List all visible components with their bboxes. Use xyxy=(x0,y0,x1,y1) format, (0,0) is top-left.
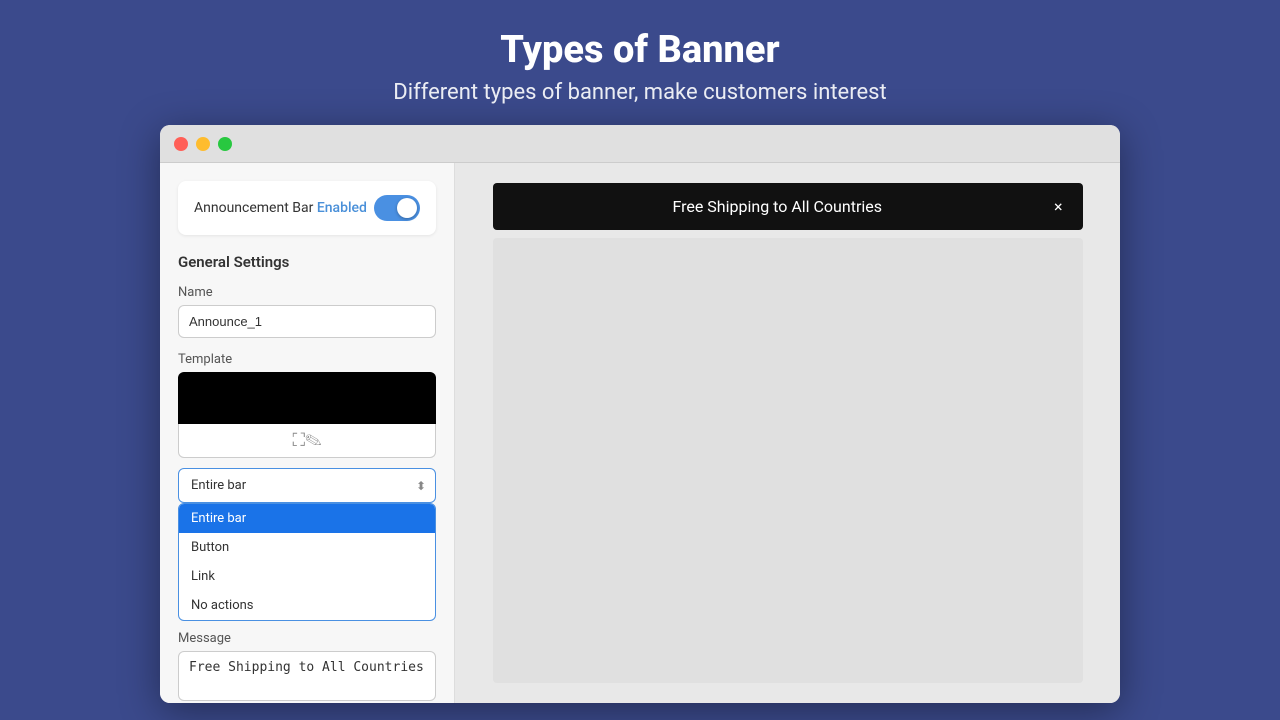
window-content: Announcement Bar Enabled General Setting… xyxy=(160,163,1120,703)
announcement-bar-row: Announcement Bar Enabled xyxy=(178,181,436,235)
page-subtitle: Different types of banner, make customer… xyxy=(393,80,886,105)
preview-banner-close-button[interactable]: × xyxy=(1054,197,1063,216)
dropdown-item-button[interactable]: Button xyxy=(179,533,435,562)
page-title: Types of Banner xyxy=(393,28,886,72)
name-input[interactable] xyxy=(178,305,436,338)
general-settings-title: General Settings xyxy=(178,253,436,271)
mac-close-button[interactable] xyxy=(174,137,188,151)
message-textarea[interactable]: Free Shipping to All Countries xyxy=(178,651,436,701)
dropdown-item-link[interactable]: Link xyxy=(179,562,435,591)
template-label: Template xyxy=(178,352,436,367)
template-select[interactable]: Entire bar xyxy=(178,468,436,503)
mac-window: Announcement Bar Enabled General Setting… xyxy=(160,125,1120,703)
template-select-wrapper: Entire bar ⬍ xyxy=(178,468,436,503)
template-preview xyxy=(178,372,436,424)
dropdown-item-no-actions[interactable]: No actions xyxy=(179,591,435,620)
page-header: Types of Banner Different types of banne… xyxy=(393,0,886,125)
mac-titlebar xyxy=(160,125,1120,163)
left-panel: Announcement Bar Enabled General Setting… xyxy=(160,163,455,703)
announcement-bar-status: Enabled xyxy=(317,200,367,216)
name-label: Name xyxy=(178,285,436,300)
template-dropdown: Entire bar Button Link No actions xyxy=(178,503,436,621)
announcement-bar-toggle[interactable] xyxy=(374,195,420,221)
preview-content-area xyxy=(493,238,1083,683)
right-panel: Free Shipping to All Countries × xyxy=(455,163,1120,703)
mac-minimize-button[interactable] xyxy=(196,137,210,151)
announcement-bar-label: Announcement Bar Enabled xyxy=(194,200,367,216)
preview-banner: Free Shipping to All Countries × xyxy=(493,183,1083,230)
dropdown-item-entire-bar[interactable]: Entire bar xyxy=(179,504,435,533)
toggle-thumb xyxy=(397,198,417,218)
template-icon-row: ⛶✎ xyxy=(178,424,436,458)
mac-maximize-button[interactable] xyxy=(218,137,232,151)
message-label: Message xyxy=(178,631,436,646)
template-edit-icon: ⛶✎ xyxy=(293,430,322,451)
general-settings-section: General Settings Name Template ⛶✎ Entire… xyxy=(178,253,436,703)
preview-banner-text: Free Shipping to All Countries xyxy=(513,197,1042,216)
